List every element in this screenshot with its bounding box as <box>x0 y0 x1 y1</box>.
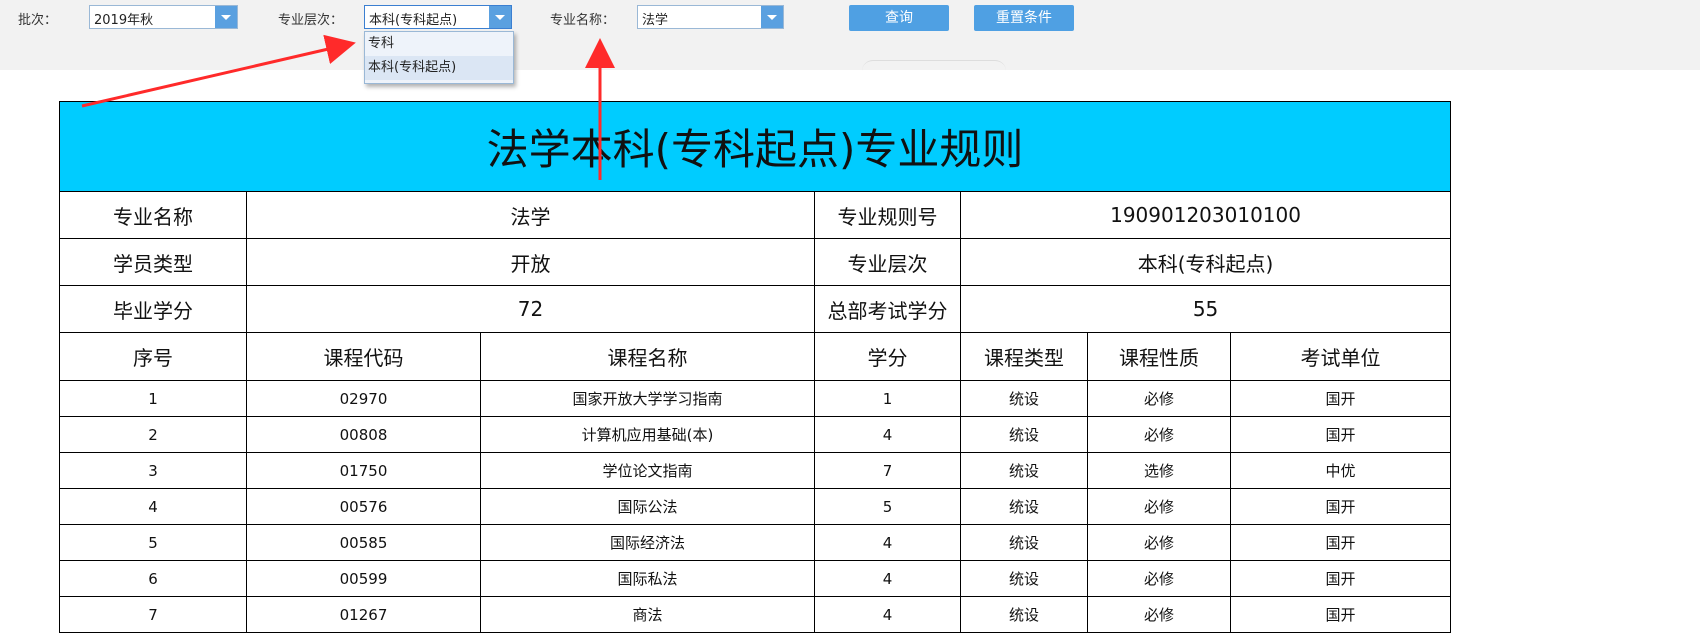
table-row: 1 02970 国家开放大学学习指南 1 统设 必修 国开 <box>59 380 1452 417</box>
table-cell: 必修 <box>1087 380 1231 417</box>
table-cell: 国际经济法 <box>480 524 815 561</box>
table-cell: 统设 <box>960 596 1088 633</box>
rule-title: 法学本科(专科起点)专业规则 <box>58 101 1452 192</box>
table-cell: 统设 <box>960 488 1088 525</box>
batch-value: 2019年秋 <box>94 13 154 28</box>
table-cell: 选修 <box>1087 452 1231 489</box>
table-cell: 4 <box>814 596 961 633</box>
student-type-label: 学员类型 <box>59 238 247 286</box>
grad-credits-label: 毕业学分 <box>59 285 247 333</box>
table-cell: 统设 <box>960 416 1088 453</box>
table-cell: 3 <box>59 452 247 489</box>
table-cell: 4 <box>814 524 961 561</box>
table-cell: 统设 <box>960 560 1088 597</box>
table-cell: 2 <box>59 416 247 453</box>
table-cell: 国开 <box>1229 596 1452 633</box>
table-cell: 必修 <box>1087 560 1231 597</box>
table-cell: 1 <box>814 380 961 417</box>
table-cell: 计算机应用基础(本) <box>480 416 815 453</box>
table-cell: 学位论文指南 <box>480 452 815 489</box>
major-name-value: 法学 <box>246 191 815 239</box>
hq-exam-credits-value: 55 <box>959 285 1452 333</box>
table-cell: 00599 <box>246 560 481 597</box>
table-cell: 5 <box>814 488 961 525</box>
table-cell: 统设 <box>960 524 1088 561</box>
table-header-row: 序号 课程代码 课程名称 学分 课程类型 课程性质 考试单位 <box>59 332 1452 381</box>
level-dropdown-list: 专科 本科(专科起点) <box>364 31 514 84</box>
table-cell: 6 <box>59 560 247 597</box>
table-cell: 00576 <box>246 488 481 525</box>
rule-no-label: 专业规则号 <box>814 191 961 239</box>
column-header: 序号 <box>59 332 247 381</box>
table-cell: 必修 <box>1087 596 1231 633</box>
table-cell: 国开 <box>1229 488 1452 525</box>
rule-no-value: 190901203010100 <box>959 191 1452 239</box>
dropdown-option[interactable]: 专科 <box>365 32 513 56</box>
column-header: 课程代码 <box>246 332 481 381</box>
table-cell: 00808 <box>246 416 481 453</box>
table-cell: 7 <box>814 452 961 489</box>
level-select[interactable]: 本科(专科起点) <box>364 5 512 29</box>
table-cell: 商法 <box>480 596 815 633</box>
table-cell: 4 <box>814 416 961 453</box>
table-cell: 01750 <box>246 452 481 489</box>
level-value: 本科(专科起点) <box>369 13 458 28</box>
query-button[interactable]: 查询 <box>849 5 949 31</box>
column-header: 考试单位 <box>1229 332 1452 381</box>
chevron-down-icon[interactable] <box>489 6 511 28</box>
table-cell: 4 <box>59 488 247 525</box>
major-select[interactable]: 法学 <box>637 5 784 29</box>
filter-bar: 批次： 2019年秋 专业层次： 本科(专科起点) 专业名称： 法学 查询 重置… <box>0 0 1700 70</box>
hq-exam-credits-label: 总部考试学分 <box>814 285 961 333</box>
table-cell: 国开 <box>1229 524 1452 561</box>
table-cell: 统设 <box>960 380 1088 417</box>
chevron-down-icon[interactable] <box>761 6 783 28</box>
table-cell: 中优 <box>1229 452 1452 489</box>
course-table-body: 1 02970 国家开放大学学习指南 1 统设 必修 国开 2 00808 计算机应用基础(本) 4… <box>59 380 1452 633</box>
student-type-value: 开放 <box>246 238 815 286</box>
table-cell: 01267 <box>246 596 481 633</box>
dropdown-option-selected[interactable]: 本科(专科起点) <box>365 56 513 80</box>
table-row: 5 00585 国际经济法 4 统设 必修 国开 <box>59 524 1452 561</box>
column-header: 学分 <box>814 332 961 381</box>
collapse-handle[interactable] <box>862 60 1006 71</box>
table-row: 7 01267 商法 4 统设 必修 国开 <box>59 596 1452 633</box>
grad-credits-value: 72 <box>246 285 815 333</box>
chevron-down-icon[interactable] <box>215 6 237 28</box>
column-header: 课程类型 <box>960 332 1088 381</box>
table-cell: 00585 <box>246 524 481 561</box>
table-cell: 国开 <box>1229 560 1452 597</box>
batch-label: 批次： <box>18 13 58 28</box>
level-info-label: 专业层次 <box>814 238 961 286</box>
major-name-label: 专业名称 <box>59 191 247 239</box>
level-label: 专业层次： <box>278 13 344 28</box>
table-cell: 1 <box>59 380 247 417</box>
table-cell: 国家开放大学学习指南 <box>480 380 815 417</box>
table-cell: 国际公法 <box>480 488 815 525</box>
table-cell: 统设 <box>960 452 1088 489</box>
major-label: 专业名称： <box>550 13 616 28</box>
table-row: 6 00599 国际私法 4 统设 必修 国开 <box>59 560 1452 597</box>
table-cell: 7 <box>59 596 247 633</box>
table-cell: 国开 <box>1229 380 1452 417</box>
table-cell: 国开 <box>1229 416 1452 453</box>
major-rule-table: 法学本科(专科起点)专业规则 专业名称 法学 专业规则号 19090120301… <box>58 101 1452 633</box>
table-row: 3 01750 学位论文指南 7 统设 选修 中优 <box>59 452 1452 489</box>
table-cell: 必修 <box>1087 488 1231 525</box>
level-info-value: 本科(专科起点) <box>959 238 1452 286</box>
major-value: 法学 <box>642 13 669 28</box>
table-cell: 5 <box>59 524 247 561</box>
table-cell: 必修 <box>1087 524 1231 561</box>
table-cell: 02970 <box>246 380 481 417</box>
reset-button[interactable]: 重置条件 <box>974 5 1074 31</box>
table-row: 2 00808 计算机应用基础(本) 4 统设 必修 国开 <box>59 416 1452 453</box>
table-cell: 国际私法 <box>480 560 815 597</box>
table-cell: 4 <box>814 560 961 597</box>
batch-select[interactable]: 2019年秋 <box>89 5 238 29</box>
table-row: 4 00576 国际公法 5 统设 必修 国开 <box>59 488 1452 525</box>
column-header: 课程性质 <box>1087 332 1231 381</box>
column-header: 课程名称 <box>480 332 815 381</box>
table-cell: 必修 <box>1087 416 1231 453</box>
